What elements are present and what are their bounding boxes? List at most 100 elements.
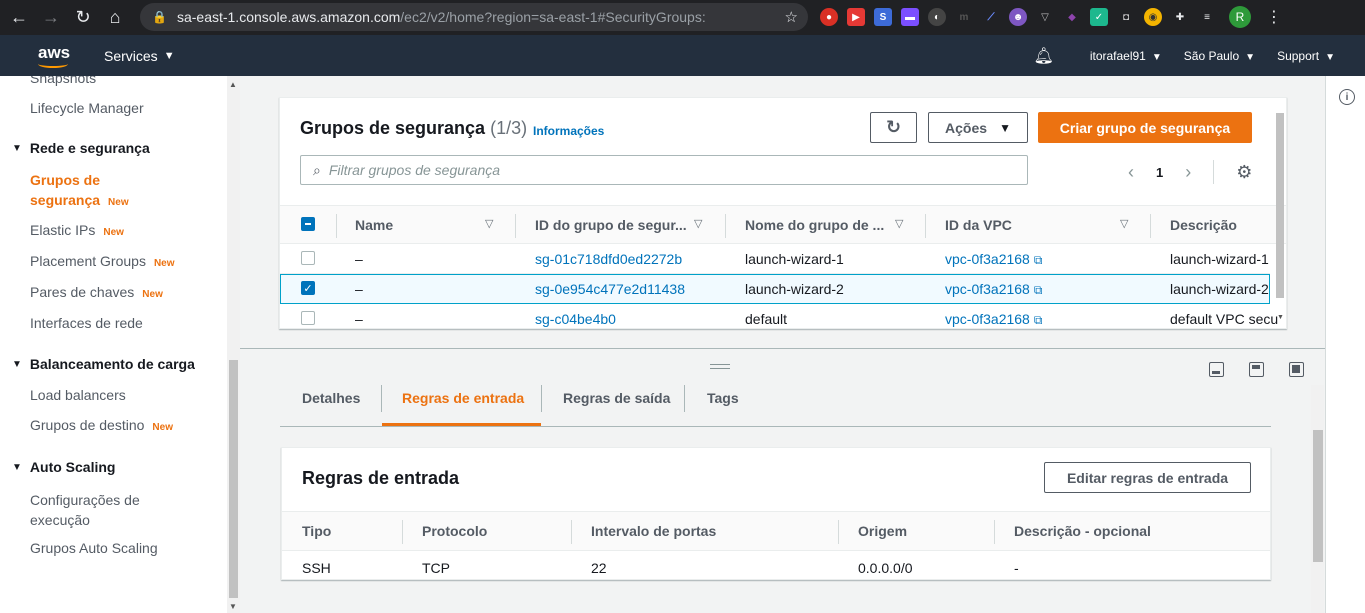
sidebar-item-key-pairs[interactable]: Pares de chaves New bbox=[30, 284, 163, 300]
extension-icon[interactable]: ▬ bbox=[901, 8, 919, 26]
home-icon[interactable]: ⌂ bbox=[102, 5, 128, 31]
extension-icon[interactable]: ▽ bbox=[1036, 8, 1054, 26]
scroll-down-icon[interactable]: ▼ bbox=[229, 602, 237, 611]
split-divider[interactable] bbox=[240, 348, 1325, 349]
support-menu[interactable]: Support ▼ bbox=[1277, 49, 1335, 63]
sidebar-item-network-interfaces[interactable]: Interfaces de rede bbox=[30, 315, 143, 331]
page-number[interactable]: 1 bbox=[1156, 165, 1163, 180]
row-checkbox[interactable] bbox=[301, 251, 315, 265]
scroll-up-icon[interactable]: ▲ bbox=[229, 80, 237, 89]
profile-avatar[interactable]: R bbox=[1229, 6, 1251, 28]
lock-icon: 🔒 bbox=[152, 10, 167, 24]
sidebar-item-elastic-ips[interactable]: Elastic IPs New bbox=[30, 222, 124, 238]
extension-icon[interactable]: S bbox=[874, 8, 892, 26]
details-scroll-thumb[interactable] bbox=[1313, 430, 1323, 562]
edit-inbound-rules-button[interactable]: Editar regras de entrada bbox=[1044, 462, 1251, 493]
sidebar-scroll-thumb[interactable] bbox=[229, 360, 238, 598]
chevron-left-icon[interactable]: ‹ bbox=[1128, 162, 1134, 183]
cell-group-id-link[interactable]: sg-c04be4b0 bbox=[535, 311, 616, 327]
select-all-checkbox[interactable] bbox=[301, 217, 315, 231]
column-header-vpc-id[interactable]: ID da VPC bbox=[945, 217, 1012, 233]
sidebar-item-lifecycle-manager[interactable]: Lifecycle Manager bbox=[30, 100, 144, 116]
bell-icon[interactable]: 🔔︎ bbox=[1034, 46, 1054, 66]
create-security-group-button[interactable]: Criar grupo de segurança bbox=[1038, 112, 1252, 143]
rules-table-header: Tipo Protocolo Intervalo de portas Orige… bbox=[282, 511, 1270, 551]
extension-icon[interactable]: ◐ bbox=[928, 8, 946, 26]
column-header-group-name[interactable]: Nome do grupo de ... bbox=[745, 217, 884, 233]
cell-group-id-link[interactable]: sg-01c718dfd0ed2272b bbox=[535, 251, 682, 267]
chevron-right-icon[interactable]: › bbox=[1185, 162, 1191, 183]
table-header: Name ▽ ID do grupo de segur... ▽ Nome do… bbox=[280, 205, 1286, 244]
sidebar-section-load-balancing[interactable]: ▼ Balanceamento de carga bbox=[12, 356, 195, 372]
info-link[interactable]: Informações bbox=[533, 124, 604, 138]
extension-icon[interactable]: ⟋ bbox=[982, 8, 1000, 26]
row-checkbox[interactable]: ✓ bbox=[301, 281, 315, 295]
sidebar-item-launch-configurations[interactable]: Configurações de execução bbox=[30, 490, 140, 530]
layout-bottom-icon[interactable] bbox=[1209, 362, 1224, 377]
extension-icon[interactable]: ☻ bbox=[1009, 8, 1027, 26]
refresh-button[interactable]: ↻ bbox=[870, 112, 917, 143]
new-badge: New bbox=[108, 197, 129, 208]
sidebar-section-network[interactable]: ▼ Rede e segurança bbox=[12, 140, 150, 156]
forward-icon[interactable]: → bbox=[38, 5, 64, 31]
sidebar-item-load-balancers[interactable]: Load balancers bbox=[30, 387, 126, 403]
search-input[interactable] bbox=[328, 162, 989, 178]
sidebar-item-security-groups[interactable]: Grupos de segurança New bbox=[30, 170, 129, 213]
sort-icon[interactable]: ▽ bbox=[485, 217, 493, 230]
region-menu[interactable]: São Paulo ▼ bbox=[1184, 49, 1255, 63]
tab-details[interactable]: Detalhes bbox=[302, 390, 360, 406]
sidebar-item-snapshots[interactable]: Snapshots bbox=[30, 76, 96, 86]
sort-icon[interactable]: ▽ bbox=[1120, 217, 1128, 230]
row-checkbox[interactable] bbox=[301, 311, 315, 325]
account-menu[interactable]: itorafael91 ▼ bbox=[1090, 49, 1162, 63]
cell-group-id-link[interactable]: sg-0e954c477e2d11438 bbox=[535, 281, 685, 297]
search-field[interactable]: ⌕ bbox=[300, 155, 1028, 185]
sidebar-item-label: segurança bbox=[30, 192, 101, 208]
layout-split-icon[interactable] bbox=[1249, 362, 1264, 377]
aws-logo[interactable]: aws bbox=[36, 41, 72, 71]
address-bar[interactable]: 🔒 sa-east-1.console.aws.amazon.com/ec2/v… bbox=[140, 3, 808, 31]
extension-icon[interactable]: ◉ bbox=[1144, 8, 1162, 26]
sort-icon[interactable]: ▽ bbox=[895, 217, 903, 230]
sidebar-item-auto-scaling-groups[interactable]: Grupos Auto Scaling bbox=[30, 540, 158, 556]
table-row[interactable]: – sg-c04be4b0 default vpc-0f3a2168 ⧉ defa… bbox=[280, 304, 1278, 328]
tab-tags[interactable]: Tags bbox=[707, 390, 739, 406]
new-badge: New bbox=[153, 258, 175, 269]
puzzle-icon[interactable]: ✚ bbox=[1171, 8, 1189, 26]
scroll-down-icon[interactable]: ▼ bbox=[1277, 314, 1284, 321]
menu-icon[interactable]: ⋮ bbox=[1266, 7, 1282, 27]
cell-vpc-link[interactable]: vpc-0f3a2168 ⧉ bbox=[945, 311, 1042, 328]
table-scroll-thumb[interactable] bbox=[1276, 113, 1284, 298]
sidebar-item-placement-groups[interactable]: Placement Groups New bbox=[30, 253, 175, 269]
sort-icon[interactable]: ▽ bbox=[694, 217, 702, 230]
tab-inbound-rules[interactable]: Regras de entrada bbox=[402, 390, 524, 406]
sidebar-nav: Snapshots Lifecycle Manager ▼ Rede e seg… bbox=[0, 76, 240, 613]
extension-icon[interactable]: ✓ bbox=[1090, 8, 1108, 26]
actions-button[interactable]: Ações ▼ bbox=[928, 112, 1028, 143]
extension-icon[interactable]: ◆ bbox=[1063, 8, 1081, 26]
gear-icon[interactable]: ⚙ bbox=[1236, 162, 1252, 183]
info-icon[interactable]: i bbox=[1339, 89, 1355, 105]
table-row[interactable]: ✓ – sg-0e954c477e2d11438 launch-wizard-2… bbox=[280, 274, 1270, 304]
column-header-name[interactable]: Name bbox=[355, 217, 393, 233]
reload-icon[interactable]: ↻ bbox=[70, 5, 96, 31]
column-header-description[interactable]: Descrição bbox=[1170, 217, 1237, 233]
tab-outbound-rules[interactable]: Regras de saída bbox=[563, 390, 670, 406]
services-menu[interactable]: Services ▼ bbox=[104, 48, 175, 64]
extension-icon[interactable]: m bbox=[955, 8, 973, 26]
bookmark-star-icon[interactable]: ☆ bbox=[785, 8, 798, 26]
triangle-down-icon: ▼ bbox=[12, 461, 22, 473]
camera-icon[interactable]: ◘ bbox=[1117, 8, 1135, 26]
extension-icon[interactable]: ▶ bbox=[847, 8, 865, 26]
layout-full-icon[interactable] bbox=[1289, 362, 1304, 377]
back-icon[interactable]: ← bbox=[6, 5, 32, 31]
media-icon[interactable]: ≡ bbox=[1198, 8, 1216, 26]
extension-icon[interactable]: ● bbox=[820, 8, 838, 26]
column-header-group-id[interactable]: ID do grupo de segur... bbox=[535, 217, 687, 233]
sidebar-item-target-groups[interactable]: Grupos de destino New bbox=[30, 417, 173, 433]
table-row[interactable]: – sg-01c718dfd0ed2272b launch-wizard-1 v… bbox=[280, 244, 1270, 274]
cell-vpc-link[interactable]: vpc-0f3a2168 ⧉ bbox=[945, 281, 1042, 298]
sidebar-section-auto-scaling[interactable]: ▼ Auto Scaling bbox=[12, 459, 115, 475]
cell-vpc-link[interactable]: vpc-0f3a2168 ⧉ bbox=[945, 251, 1042, 268]
drag-handle-icon[interactable] bbox=[710, 364, 730, 369]
